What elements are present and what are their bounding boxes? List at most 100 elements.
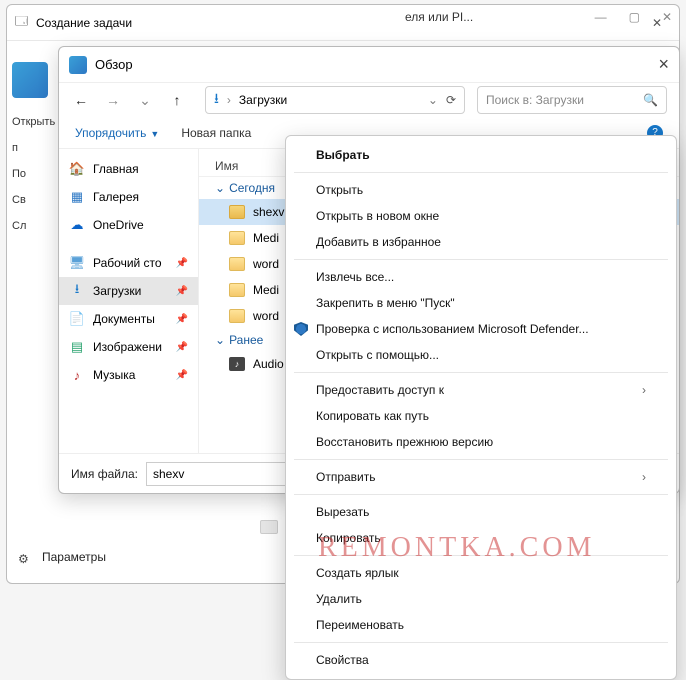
- pin-icon: 📌: [176, 286, 188, 297]
- menu-item[interactable]: Восстановить прежнюю версию: [286, 429, 676, 455]
- gal-icon: ▦: [69, 189, 85, 205]
- tree-item[interactable]: 📄Документы📌: [59, 305, 198, 333]
- menu-item[interactable]: Копировать: [286, 525, 676, 551]
- menu-item[interactable]: Копировать как путь: [286, 403, 676, 429]
- menu-item[interactable]: Удалить: [286, 586, 676, 612]
- menu-label: Копировать: [316, 531, 381, 545]
- chevron-down-icon: ▼: [150, 129, 159, 139]
- menu-separator: [294, 494, 668, 495]
- chevron-right-icon: ›: [642, 470, 646, 484]
- up-button[interactable]: ↑: [167, 92, 187, 108]
- menu-item[interactable]: Вырезать: [286, 499, 676, 525]
- nav-tree: 🏠Главная▦Галерея☁OneDrive🖥Рабочий сто📌⭳З…: [59, 149, 199, 453]
- fld-icon: [229, 257, 245, 271]
- chevron-down-icon[interactable]: ⌄: [428, 93, 438, 107]
- gear-icon[interactable]: ⚙: [18, 552, 29, 566]
- dialog-title: Обзор: [95, 57, 133, 72]
- menu-item[interactable]: Извлечь все...: [286, 264, 676, 290]
- task-icon: 🗔: [15, 12, 28, 33]
- menu-item[interactable]: Открыть: [286, 177, 676, 203]
- tree-label: Галерея: [93, 190, 139, 204]
- forward-button[interactable]: →: [103, 92, 123, 108]
- menu-item[interactable]: Свойства: [286, 647, 676, 673]
- tree-item[interactable]: ♪Музыка📌: [59, 361, 198, 389]
- dialog-titlebar: Обзор ×: [59, 47, 679, 83]
- tree-label: Главная: [93, 162, 139, 176]
- close-button[interactable]: ✕: [662, 10, 672, 24]
- parent-nav-item[interactable]: Св: [12, 194, 62, 206]
- chevron-down-icon: ⌄: [215, 181, 225, 195]
- menu-label: Вырезать: [316, 505, 369, 519]
- menu-item[interactable]: Создать ярлык: [286, 560, 676, 586]
- parent-nav-item[interactable]: Сл: [12, 220, 62, 232]
- tree-item[interactable]: ⭳Загрузки📌: [59, 277, 198, 305]
- menu-label: Копировать как путь: [316, 409, 429, 423]
- menu-item[interactable]: Добавить в избранное: [286, 229, 676, 255]
- address-bar[interactable]: ⭳ › Загрузки ⌄ ⟳: [205, 86, 465, 114]
- tree-label: Документы: [93, 312, 155, 326]
- menu-item[interactable]: Отправить›: [286, 464, 676, 490]
- menu-item[interactable]: Открыть с помощью...: [286, 342, 676, 368]
- organize-menu[interactable]: Упорядочить▼: [75, 126, 159, 140]
- tree-label: Загрузки: [93, 284, 141, 298]
- menu-item[interactable]: Выбрать: [286, 142, 676, 168]
- tree-label: Рабочий сто: [93, 256, 162, 270]
- file-name: word: [253, 257, 279, 271]
- pin-icon: 📌: [176, 258, 188, 269]
- menu-item[interactable]: Переименовать: [286, 612, 676, 638]
- zip-icon: [229, 205, 245, 219]
- parent-nav-item[interactable]: По: [12, 168, 62, 180]
- nav-bar: ← → ⌄ ↑ ⭳ › Загрузки ⌄ ⟳ Поиск в: Загруз…: [59, 83, 679, 117]
- mus-icon: ♪: [69, 367, 85, 383]
- parent-title: Создание задачи: [36, 16, 132, 30]
- chip-icon: [260, 520, 278, 534]
- aud-icon: ♪: [229, 357, 245, 371]
- menu-item[interactable]: Проверка с использованием Microsoft Defe…: [286, 316, 676, 342]
- tree-label: Изображени: [93, 340, 162, 354]
- search-icon: 🔍: [643, 93, 658, 107]
- menu-item[interactable]: Закрепить в меню "Пуск": [286, 290, 676, 316]
- tree-item[interactable]: 🖥Рабочий сто📌: [59, 249, 198, 277]
- parent-nav-item[interactable]: п: [12, 142, 62, 154]
- od-icon: ☁: [69, 217, 85, 233]
- menu-label: Закрепить в меню "Пуск": [316, 296, 455, 310]
- file-name: Medi: [253, 283, 279, 297]
- background-tab-hint: еля или PI...: [395, 4, 483, 34]
- search-placeholder: Поиск в: Загрузки: [486, 93, 584, 107]
- file-name: Audio: [253, 357, 284, 371]
- new-folder-button[interactable]: Новая папка: [181, 126, 251, 140]
- file-name: Medi: [253, 231, 279, 245]
- chevron-right-icon: ›: [642, 383, 646, 397]
- menu-label: Предоставить доступ к: [316, 383, 444, 397]
- menu-item[interactable]: Открыть в новом окне: [286, 203, 676, 229]
- refresh-button[interactable]: ⟳: [446, 93, 456, 107]
- menu-label: Открыть в новом окне: [316, 209, 439, 223]
- menu-label: Открыть: [316, 183, 363, 197]
- search-input[interactable]: Поиск в: Загрузки 🔍: [477, 86, 667, 114]
- back-button[interactable]: ←: [71, 92, 91, 108]
- pin-icon: 📌: [176, 370, 188, 381]
- menu-label: Выбрать: [316, 148, 370, 162]
- breadcrumb-sep: ›: [227, 93, 231, 107]
- minimize-button[interactable]: —: [595, 10, 607, 24]
- tree-label: OneDrive: [93, 218, 144, 232]
- menu-label: Добавить в избранное: [316, 235, 441, 249]
- breadcrumb[interactable]: Загрузки: [239, 93, 287, 107]
- params-label[interactable]: Параметры: [42, 550, 106, 564]
- tree-item[interactable]: ▤ Изображени 📌: [59, 333, 198, 361]
- download-icon: ⭳: [214, 88, 219, 112]
- dialog-close-button[interactable]: ×: [658, 54, 669, 75]
- pin-icon: 📌: [176, 342, 188, 353]
- filename-label: Имя файла:: [71, 467, 138, 481]
- recent-dropdown[interactable]: ⌄: [135, 92, 155, 109]
- home-icon: 🏠: [69, 161, 85, 177]
- parent-nav-item[interactable]: Открыть: [12, 116, 62, 128]
- fld-icon: [229, 283, 245, 297]
- chevron-down-icon: ⌄: [215, 333, 225, 347]
- tree-item[interactable]: ☁ OneDrive: [59, 211, 198, 239]
- tree-item[interactable]: 🏠 Главная: [59, 155, 198, 183]
- img-icon: ▤: [69, 339, 85, 355]
- maximize-button[interactable]: ▢: [629, 10, 640, 24]
- menu-item[interactable]: Предоставить доступ к ›: [286, 377, 676, 403]
- tree-item[interactable]: ▦ Галерея: [59, 183, 198, 211]
